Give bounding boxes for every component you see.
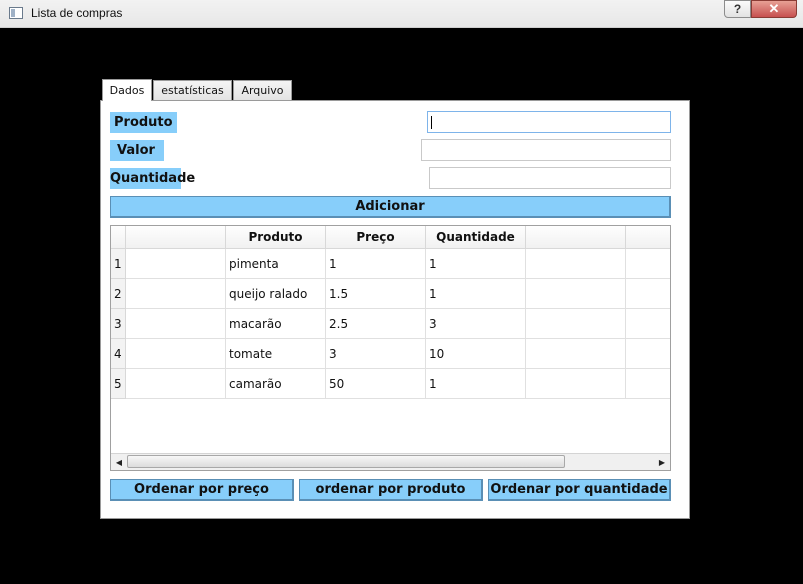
valor-input[interactable] (422, 140, 670, 160)
quantidade-label: Quantidade (110, 168, 195, 189)
text-caret (431, 116, 432, 129)
cell-produto[interactable]: tomate (226, 339, 326, 369)
quantidade-input[interactable] (430, 168, 670, 188)
column-header-extra-1[interactable] (526, 226, 626, 249)
cell-produto[interactable]: camarão (226, 369, 326, 399)
row-header[interactable]: 3 (111, 309, 126, 339)
tab-arquivo[interactable]: Arquivo (233, 80, 292, 100)
cell-blank[interactable] (126, 249, 226, 279)
cell-quantidade[interactable]: 1 (426, 249, 526, 279)
cell-extra-1[interactable] (526, 249, 626, 279)
column-header-preco[interactable]: Preço (326, 226, 426, 249)
sort-by-product-button[interactable]: ordenar por produto (299, 479, 483, 501)
cell-blank[interactable] (126, 309, 226, 339)
row-header[interactable]: 2 (111, 279, 126, 309)
produto-label: Produto (110, 112, 177, 133)
cell-extra-2[interactable] (626, 279, 670, 309)
window-title: Lista de compras (31, 6, 123, 20)
cell-blank[interactable] (126, 279, 226, 309)
cell-quantidade[interactable]: 1 (426, 369, 526, 399)
horizontal-scrollbar[interactable]: ◀ ▶ (111, 453, 670, 470)
valor-label: Valor (110, 140, 164, 161)
cell-extra-1[interactable] (526, 309, 626, 339)
cell-preco[interactable]: 1 (326, 249, 426, 279)
cell-extra-2[interactable] (626, 309, 670, 339)
cell-produto[interactable]: pimenta (226, 249, 326, 279)
window-app-icon (9, 7, 23, 19)
add-button[interactable]: Adicionar (110, 196, 671, 218)
valor-field[interactable] (421, 139, 671, 161)
help-button[interactable]: ? (724, 0, 751, 18)
cell-produto[interactable]: queijo ralado (226, 279, 326, 309)
column-header-blank[interactable] (126, 226, 226, 249)
title-bar: Lista de compras ? ✕ (0, 0, 803, 28)
produto-field[interactable] (427, 111, 671, 133)
cell-blank[interactable] (126, 369, 226, 399)
cell-produto[interactable]: macarão (226, 309, 326, 339)
column-header-produto[interactable]: Produto (226, 226, 326, 249)
cell-blank[interactable] (126, 339, 226, 369)
cell-extra-1[interactable] (526, 279, 626, 309)
row-header[interactable]: 4 (111, 339, 126, 369)
cell-extra-2[interactable] (626, 249, 670, 279)
cell-extra-2[interactable] (626, 369, 670, 399)
sort-by-price-button[interactable]: Ordenar por preço (110, 479, 294, 501)
scroll-left-icon[interactable]: ◀ (111, 454, 127, 470)
scroll-right-icon[interactable]: ▶ (654, 454, 670, 470)
cell-extra-2[interactable] (626, 339, 670, 369)
table-corner (111, 226, 126, 249)
cell-preco[interactable]: 1.5 (326, 279, 426, 309)
cell-extra-1[interactable] (526, 339, 626, 369)
cell-quantidade[interactable]: 1 (426, 279, 526, 309)
cell-preco[interactable]: 2.5 (326, 309, 426, 339)
row-header[interactable]: 5 (111, 369, 126, 399)
produto-input[interactable] (428, 112, 670, 132)
cell-preco[interactable]: 50 (326, 369, 426, 399)
cell-preco[interactable]: 3 (326, 339, 426, 369)
cell-extra-1[interactable] (526, 369, 626, 399)
tab-dados[interactable]: Dados (102, 79, 152, 101)
tab-estatisticas[interactable]: estatísticas (153, 80, 232, 100)
column-header-quantidade[interactable]: Quantidade (426, 226, 526, 249)
row-header[interactable]: 1 (111, 249, 126, 279)
scroll-thumb[interactable] (127, 455, 565, 468)
quantidade-field[interactable] (429, 167, 671, 189)
sort-by-quantity-button[interactable]: Ordenar por quantidade (488, 479, 671, 501)
close-button[interactable]: ✕ (751, 0, 797, 18)
cell-quantidade[interactable]: 10 (426, 339, 526, 369)
column-header-extra-2[interactable] (626, 226, 670, 249)
cell-quantidade[interactable]: 3 (426, 309, 526, 339)
products-table[interactable]: Produto Preço Quantidade 1 pimenta 1 1 2 quei… (110, 225, 671, 471)
